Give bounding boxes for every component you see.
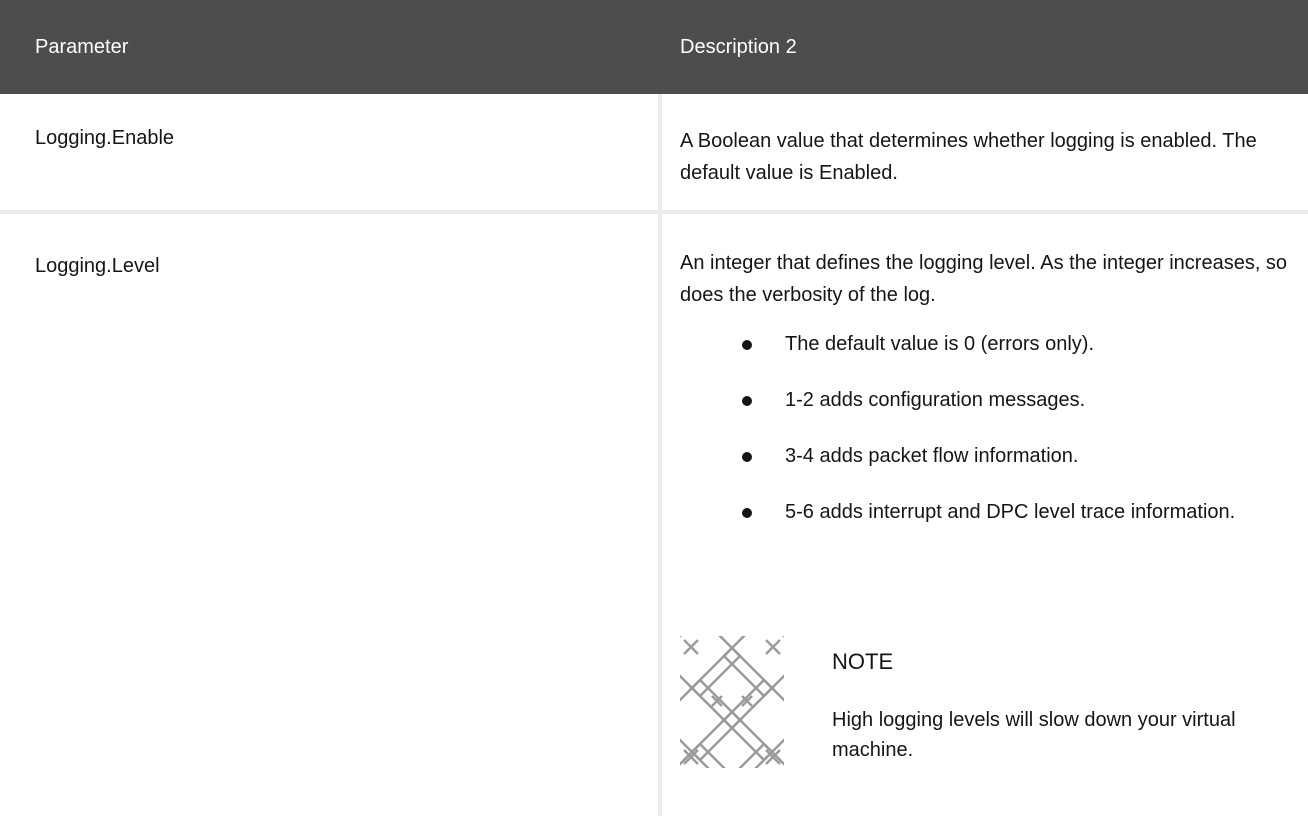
logging-level-list: The default value is 0 (errors only). 1-… <box>680 328 1280 552</box>
list-item: 5-6 adds interrupt and DPC level trace i… <box>680 496 1280 528</box>
row-2-description: An integer that defines the logging leve… <box>680 252 1288 306</box>
parameter-table: Parameter Description 2 Logging.Enable A… <box>0 0 1308 816</box>
list-item: The default value is 0 (errors only). <box>680 328 1280 360</box>
note-pattern-icon <box>680 636 784 768</box>
bullet-dot-icon <box>742 452 752 462</box>
note-title: NOTE <box>832 649 894 674</box>
list-item-text: The default value is 0 (errors only). <box>785 333 1095 355</box>
row-divider <box>0 210 1308 214</box>
list-item: 1-2 adds configuration messages. <box>680 384 1280 416</box>
column-divider <box>658 94 662 816</box>
bullet-dot-icon <box>742 508 752 518</box>
list-item-text: 1-2 adds configuration messages. <box>785 389 1086 411</box>
header-description: Description 2 <box>680 36 797 58</box>
row-1-parameter: Logging.Enable <box>35 127 175 149</box>
table-header: Parameter Description 2 <box>0 0 1308 94</box>
bullet-dot-icon <box>742 396 752 406</box>
list-item-text: 3-4 adds packet flow information. <box>785 445 1079 467</box>
header-parameter: Parameter <box>35 36 129 58</box>
bullet-dot-icon <box>742 340 752 350</box>
list-item: 3-4 adds packet flow information. <box>680 440 1280 472</box>
list-item-text: 5-6 adds interrupt and DPC level trace i… <box>785 501 1236 523</box>
note-text: High logging levels will slow down your … <box>832 709 1236 761</box>
row-1-description: A Boolean value that determines whether … <box>680 130 1257 184</box>
row-2-parameter: Logging.Level <box>35 255 160 277</box>
